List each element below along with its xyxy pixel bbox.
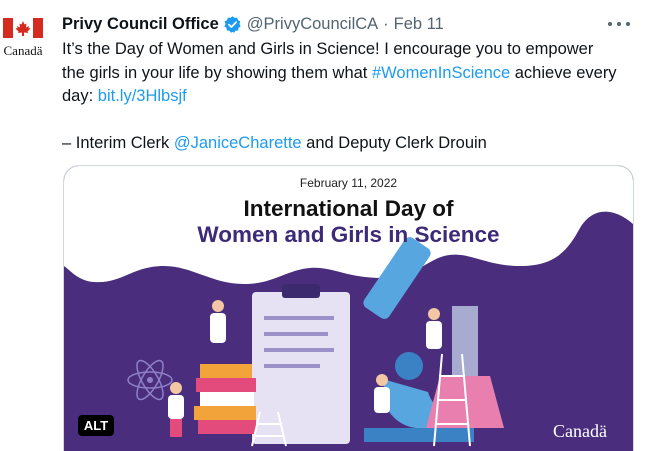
more-dot [617, 22, 621, 26]
poster-title-line2: Women and Girls in Science [197, 222, 500, 247]
more-dot [626, 22, 630, 26]
poster-date: February 11, 2022 [299, 176, 398, 190]
short-url-link[interactable]: bit.ly/3Hlbsjf [98, 87, 187, 105]
media-wordmark: Canadä [553, 421, 607, 441]
tweet-date[interactable]: Feb 11 [394, 15, 444, 34]
tweet-text-segment: It’s the Day of Women and Girls in Scien… [62, 40, 594, 58]
tweet-media-image[interactable]: February 11, 2022 International Day of W… [63, 165, 634, 451]
more-options-icon[interactable] [608, 14, 630, 34]
tweet-header: Privy Council Office @PrivyCouncilCA · F… [62, 12, 444, 36]
more-dot [608, 22, 612, 26]
author-display-name[interactable]: Privy Council Office [62, 15, 219, 34]
tweet-text-segment: achieve every [510, 63, 617, 82]
alt-text-button[interactable]: ALT [78, 415, 114, 436]
header-separator: · [383, 14, 389, 33]
tweet-text-segment: the girls in your life by showing them w… [62, 63, 372, 82]
tweet-line: day: bit.ly/3Hlbsjf [62, 85, 637, 109]
tweet-text-segment: – Interim Clerk [62, 134, 174, 152]
author-avatar[interactable]: Canadä [0, 16, 46, 64]
mention-link[interactable]: @JaniceCharette [174, 134, 302, 152]
tweet-line: It’s the Day of Women and Girls in Scien… [62, 38, 637, 62]
tweet-line: – Interim Clerk @JaniceCharette and Depu… [62, 132, 637, 156]
author-handle[interactable]: @PrivyCouncilCA [247, 15, 378, 34]
hashtag-link[interactable]: #WomenInScience [372, 64, 510, 82]
tweet-text-segment: and Deputy Clerk Drouin [301, 134, 487, 152]
avatar-wordmark: Canadä [4, 43, 43, 58]
verified-badge-icon [224, 15, 241, 33]
tweet-text: It’s the Day of Women and Girls in Scien… [62, 38, 637, 156]
tweet-text-segment: day: [62, 87, 98, 105]
tweet-line: the girls in your life by showing them w… [62, 62, 637, 86]
poster-title-line1: International Day of [243, 196, 454, 221]
canada-flag-icon: Canadä [3, 18, 43, 58]
